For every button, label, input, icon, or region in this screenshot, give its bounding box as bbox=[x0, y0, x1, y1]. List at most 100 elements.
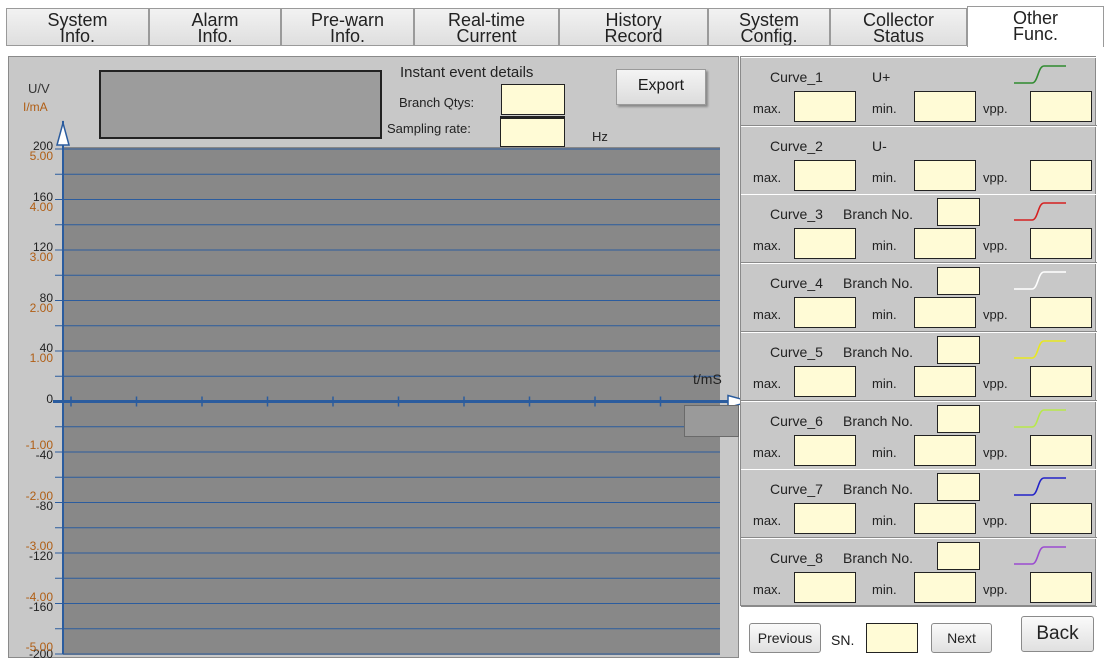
chart-axes bbox=[53, 120, 740, 655]
curve-color-icon bbox=[1014, 202, 1066, 222]
curve-name: Curve_2 bbox=[770, 137, 823, 154]
max-label: max. bbox=[753, 581, 782, 597]
u-tick-label: 0 bbox=[46, 391, 53, 406]
min-field[interactable] bbox=[914, 365, 976, 397]
vpp-field[interactable] bbox=[1030, 365, 1092, 397]
tab-4[interactable]: History Record bbox=[559, 8, 708, 46]
i-tick-label: -1.00 bbox=[25, 438, 53, 452]
branch-number-field[interactable] bbox=[937, 541, 980, 570]
max-label: max. bbox=[753, 238, 782, 254]
vpp-field[interactable] bbox=[1030, 571, 1092, 603]
vpp-field[interactable] bbox=[1030, 297, 1092, 329]
tab-divider bbox=[6, 45, 1104, 46]
tab-2[interactable]: Pre-warn Info. bbox=[281, 8, 414, 46]
min-label: min. bbox=[872, 375, 897, 391]
vpp-field[interactable] bbox=[1030, 503, 1092, 535]
i-tick-label: 2.00 bbox=[29, 300, 53, 315]
vpp-field[interactable] bbox=[1030, 228, 1092, 260]
max-field[interactable] bbox=[794, 365, 856, 397]
curve-row: Curve_8 Branch No. max. min. vpp. bbox=[741, 537, 1097, 607]
max-label: max. bbox=[753, 375, 782, 391]
curve-color-icon bbox=[1014, 65, 1066, 84]
curve-color-icon bbox=[1014, 339, 1066, 359]
function-tabs: System Info. Alarm Info. Pre-warn Info. Rea… bbox=[6, 6, 1104, 47]
max-label: max. bbox=[753, 444, 782, 460]
min-label: min. bbox=[872, 169, 897, 185]
curve-row: Curve_4 Branch No. max. min. vpp. bbox=[741, 263, 1097, 333]
max-field[interactable] bbox=[794, 503, 856, 535]
min-field[interactable] bbox=[914, 91, 976, 122]
branch-number-field[interactable] bbox=[937, 267, 980, 296]
min-label: min. bbox=[872, 581, 897, 597]
min-field[interactable] bbox=[914, 571, 976, 603]
previous-button[interactable]: Previous bbox=[749, 623, 821, 653]
tab-3[interactable]: Real-time Current bbox=[414, 8, 559, 46]
vpp-field[interactable] bbox=[1030, 91, 1092, 122]
vpp-label: vpp. bbox=[983, 238, 1008, 254]
i-tick-label: -5.00 bbox=[25, 640, 53, 654]
curve-subtitle: Branch No. bbox=[843, 481, 914, 498]
max-field[interactable] bbox=[794, 159, 856, 191]
curve-color-icon bbox=[1014, 546, 1066, 565]
i-tick-label: 5.00 bbox=[29, 149, 53, 163]
max-field[interactable] bbox=[794, 297, 856, 329]
min-label: min. bbox=[872, 101, 897, 116]
vpp-field[interactable] bbox=[1030, 159, 1092, 191]
next-button[interactable]: Next bbox=[931, 623, 992, 653]
branch-number-field[interactable] bbox=[937, 335, 980, 364]
max-field[interactable] bbox=[794, 228, 856, 260]
min-field[interactable] bbox=[914, 297, 976, 329]
tab-6[interactable]: Collector Status bbox=[830, 8, 967, 46]
max-field[interactable] bbox=[794, 91, 856, 122]
curve-name: Curve_8 bbox=[770, 549, 823, 566]
curve-subtitle: U- bbox=[872, 137, 887, 154]
time-axis-label: t/mS bbox=[693, 371, 722, 387]
max-field[interactable] bbox=[794, 434, 856, 466]
event-chart-panel: U/V I/mA Instant event details Branch Qt… bbox=[8, 56, 740, 660]
min-field[interactable] bbox=[914, 503, 976, 535]
sn-label: SN. bbox=[831, 632, 855, 648]
vpp-label: vpp. bbox=[983, 307, 1008, 323]
curve-row: Curve_3 Branch No. max. min. vpp. bbox=[741, 194, 1097, 264]
min-label: min. bbox=[872, 444, 897, 460]
min-field[interactable] bbox=[914, 228, 976, 260]
i-tick-label: 1.00 bbox=[29, 351, 53, 365]
back-button[interactable]: Back bbox=[1021, 616, 1094, 652]
branch-number-field[interactable] bbox=[937, 198, 980, 227]
sn-field[interactable] bbox=[866, 623, 918, 653]
pagination-bar: Previous SN. Next Back bbox=[740, 614, 1104, 658]
min-label: min. bbox=[872, 307, 897, 323]
i-tick-label: 4.00 bbox=[29, 199, 53, 214]
tab-7[interactable]: Other Func. bbox=[967, 6, 1104, 47]
max-field[interactable] bbox=[794, 571, 856, 603]
tab-1[interactable]: Alarm Info. bbox=[149, 8, 281, 46]
min-label: min. bbox=[872, 238, 897, 254]
curve-subtitle: Branch No. bbox=[843, 343, 914, 360]
curve-row: Curve_5 Branch No. max. min. vpp. bbox=[741, 331, 1097, 401]
curve-subtitle: Branch No. bbox=[843, 549, 914, 566]
vpp-label: vpp. bbox=[983, 581, 1008, 597]
curve-subtitle: U+ bbox=[872, 69, 891, 85]
y-axis-arrow bbox=[56, 120, 70, 146]
curve-name: Curve_3 bbox=[770, 206, 823, 223]
branch-number-field[interactable] bbox=[937, 473, 980, 502]
curve-name: Curve_5 bbox=[770, 343, 823, 360]
curve-row: Curve_6 Branch No. max. min. vpp. bbox=[741, 400, 1097, 470]
curve-name: Curve_7 bbox=[770, 481, 823, 498]
curve-name: Curve_1 bbox=[770, 69, 823, 85]
tab-0[interactable]: System Info. bbox=[6, 8, 149, 46]
curve-row: Curve_2 U-max. min. vpp. bbox=[741, 125, 1097, 195]
tab-5[interactable]: System Config. bbox=[708, 8, 830, 46]
min-field[interactable] bbox=[914, 159, 976, 191]
branch-number-field[interactable] bbox=[937, 404, 980, 433]
min-field[interactable] bbox=[914, 434, 976, 466]
curve-subtitle: Branch No. bbox=[843, 275, 914, 292]
max-label: max. bbox=[753, 513, 782, 529]
i-tick-label: -2.00 bbox=[25, 488, 53, 503]
vpp-field[interactable] bbox=[1030, 434, 1092, 466]
scroll-handle[interactable] bbox=[684, 405, 739, 437]
curve-row: Curve_7 Branch No. max. min. vpp. bbox=[741, 469, 1097, 539]
vpp-label: vpp. bbox=[983, 375, 1008, 391]
min-label: min. bbox=[872, 513, 897, 529]
curve-subtitle: Branch No. bbox=[843, 206, 914, 223]
